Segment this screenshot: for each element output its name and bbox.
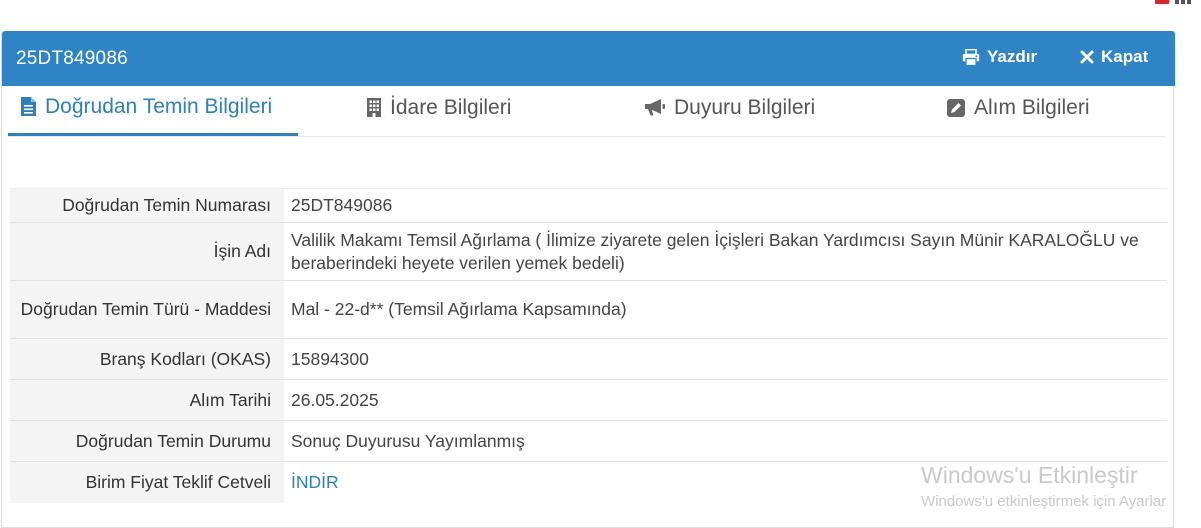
print-button[interactable]: Yazdır bbox=[962, 47, 1037, 67]
tab-bar: Doğrudan Temin Bilgileri İdare Bilgileri bbox=[8, 80, 1166, 137]
close-icon bbox=[1080, 50, 1094, 64]
top-strip bbox=[0, 0, 1201, 30]
row-label: Doğrudan Temin Türü - Maddesi bbox=[10, 280, 284, 339]
row-value: 26.05.2025 bbox=[284, 379, 1167, 421]
table-row: Alım Tarihi 26.05.2025 bbox=[10, 379, 1167, 421]
document-icon bbox=[20, 96, 37, 117]
panel-title: 25DT849086 bbox=[16, 48, 128, 69]
tab-duyuru-bilgileri[interactable]: Duyuru Bilgileri bbox=[644, 80, 815, 135]
corner-icons bbox=[1155, 0, 1191, 4]
row-value: 15894300 bbox=[284, 338, 1167, 380]
close-label: Kapat bbox=[1101, 47, 1149, 66]
close-button[interactable]: Kapat bbox=[1080, 47, 1148, 67]
detail-table: Doğrudan Temin Numarası 25DT849086 İşin … bbox=[10, 188, 1167, 503]
tab-label: Duyuru Bilgileri bbox=[674, 95, 816, 119]
flag-icon[interactable] bbox=[1155, 0, 1169, 4]
panel-header: 25DT849086 Yazdır Kapat bbox=[2, 31, 1175, 86]
row-value: Valilik Makamı Temsil Ağırlama ( İlimize… bbox=[284, 222, 1167, 281]
megaphone-icon bbox=[644, 98, 666, 117]
row-value: Mal - 22-d** (Temsil Ağırlama Kapsamında… bbox=[284, 280, 1167, 339]
table-row: Doğrudan Temin Durumu Sonuç Duyurusu Yay… bbox=[10, 420, 1167, 462]
download-link[interactable]: İNDİR bbox=[291, 472, 339, 492]
tab-idare-bilgileri[interactable]: İdare Bilgileri bbox=[366, 80, 511, 135]
table-row: İşin Adı Valilik Makamı Temsil Ağırlama … bbox=[10, 222, 1167, 281]
print-label: Yazdır bbox=[987, 47, 1038, 66]
tab-alim-bilgileri[interactable]: Alım Bilgileri bbox=[946, 80, 1090, 135]
row-label: Alım Tarihi bbox=[10, 379, 284, 421]
printer-icon bbox=[962, 48, 980, 66]
row-label: Doğrudan Temin Durumu bbox=[10, 420, 284, 462]
table-row: Doğrudan Temin Numarası 25DT849086 bbox=[10, 188, 1167, 223]
apps-grid-icon[interactable] bbox=[1175, 0, 1191, 4]
tab-label: İdare Bilgileri bbox=[390, 95, 512, 119]
row-value: Sonuç Duyurusu Yayımlanmış bbox=[284, 420, 1167, 462]
row-label: İşin Adı bbox=[10, 222, 284, 281]
row-value: İNDİR bbox=[284, 461, 1167, 503]
table-row: Doğrudan Temin Türü - Maddesi Mal - 22-d… bbox=[10, 280, 1167, 339]
tab-label: Doğrudan Temin Bilgileri bbox=[45, 94, 273, 118]
table-row: Branş Kodları (OKAS) 15894300 bbox=[10, 338, 1167, 380]
building-icon bbox=[366, 97, 382, 118]
table-row: Birim Fiyat Teklif Cetveli İNDİR bbox=[10, 461, 1167, 503]
row-label: Branş Kodları (OKAS) bbox=[10, 338, 284, 380]
edit-icon bbox=[946, 98, 966, 118]
row-label: Doğrudan Temin Numarası bbox=[10, 188, 284, 223]
row-value: 25DT849086 bbox=[284, 188, 1167, 223]
tab-label: Alım Bilgileri bbox=[974, 95, 1090, 119]
tab-dogrudan-temin-bilgileri[interactable]: Doğrudan Temin Bilgileri bbox=[8, 80, 298, 136]
row-label: Birim Fiyat Teklif Cetveli bbox=[10, 461, 284, 503]
